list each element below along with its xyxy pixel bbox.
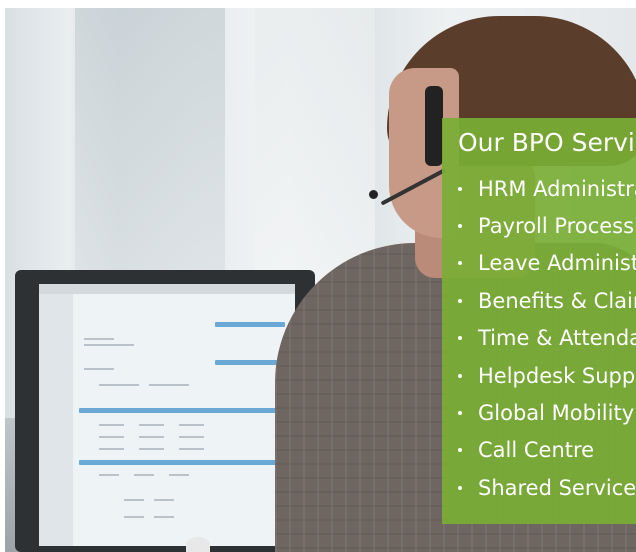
service-label: Global Mobility [478, 401, 635, 426]
bullet-icon [458, 336, 462, 341]
monitor-stand [186, 537, 210, 552]
service-label: Time & Attendance [478, 326, 636, 351]
service-label: Payroll Processing [478, 214, 636, 239]
service-item[interactable]: Payroll Processing [458, 207, 636, 244]
hero-banner: Our BPO Services HRM Administration Payr… [0, 0, 636, 552]
bullet-icon [458, 373, 462, 378]
bullet-icon [458, 448, 462, 453]
service-label: HRM Administration [478, 176, 636, 201]
background-window [75, 8, 225, 308]
bullet-icon [458, 186, 462, 191]
service-item[interactable]: Benefits & Claims [458, 282, 636, 319]
service-item[interactable]: HRM Administration [458, 170, 636, 207]
service-item[interactable]: Global Mobility [458, 394, 636, 431]
service-label: Shared Services [478, 475, 636, 500]
services-list: HRM Administration Payroll Processing Le… [458, 170, 636, 507]
headset-icon [425, 86, 443, 166]
service-label: Leave Administration [478, 251, 636, 276]
bullet-icon [458, 411, 462, 416]
service-item[interactable]: Time & Attendance [458, 320, 636, 357]
service-item[interactable]: Call Centre [458, 432, 636, 469]
bullet-icon [458, 224, 462, 229]
monitor-screen [39, 284, 295, 546]
service-label: Call Centre [478, 438, 595, 463]
bullet-icon [458, 485, 462, 490]
service-label: Helpdesk Support [478, 363, 636, 388]
services-panel: Our BPO Services HRM Administration Payr… [442, 118, 636, 524]
service-label: Benefits & Claims [478, 288, 636, 313]
service-item[interactable]: Helpdesk Support [458, 357, 636, 394]
services-title: Our BPO Services [458, 128, 636, 157]
bullet-icon [458, 261, 462, 266]
service-item[interactable]: Shared Services [458, 469, 636, 506]
service-item[interactable]: Leave Administration [458, 245, 636, 282]
bullet-icon [458, 298, 462, 303]
